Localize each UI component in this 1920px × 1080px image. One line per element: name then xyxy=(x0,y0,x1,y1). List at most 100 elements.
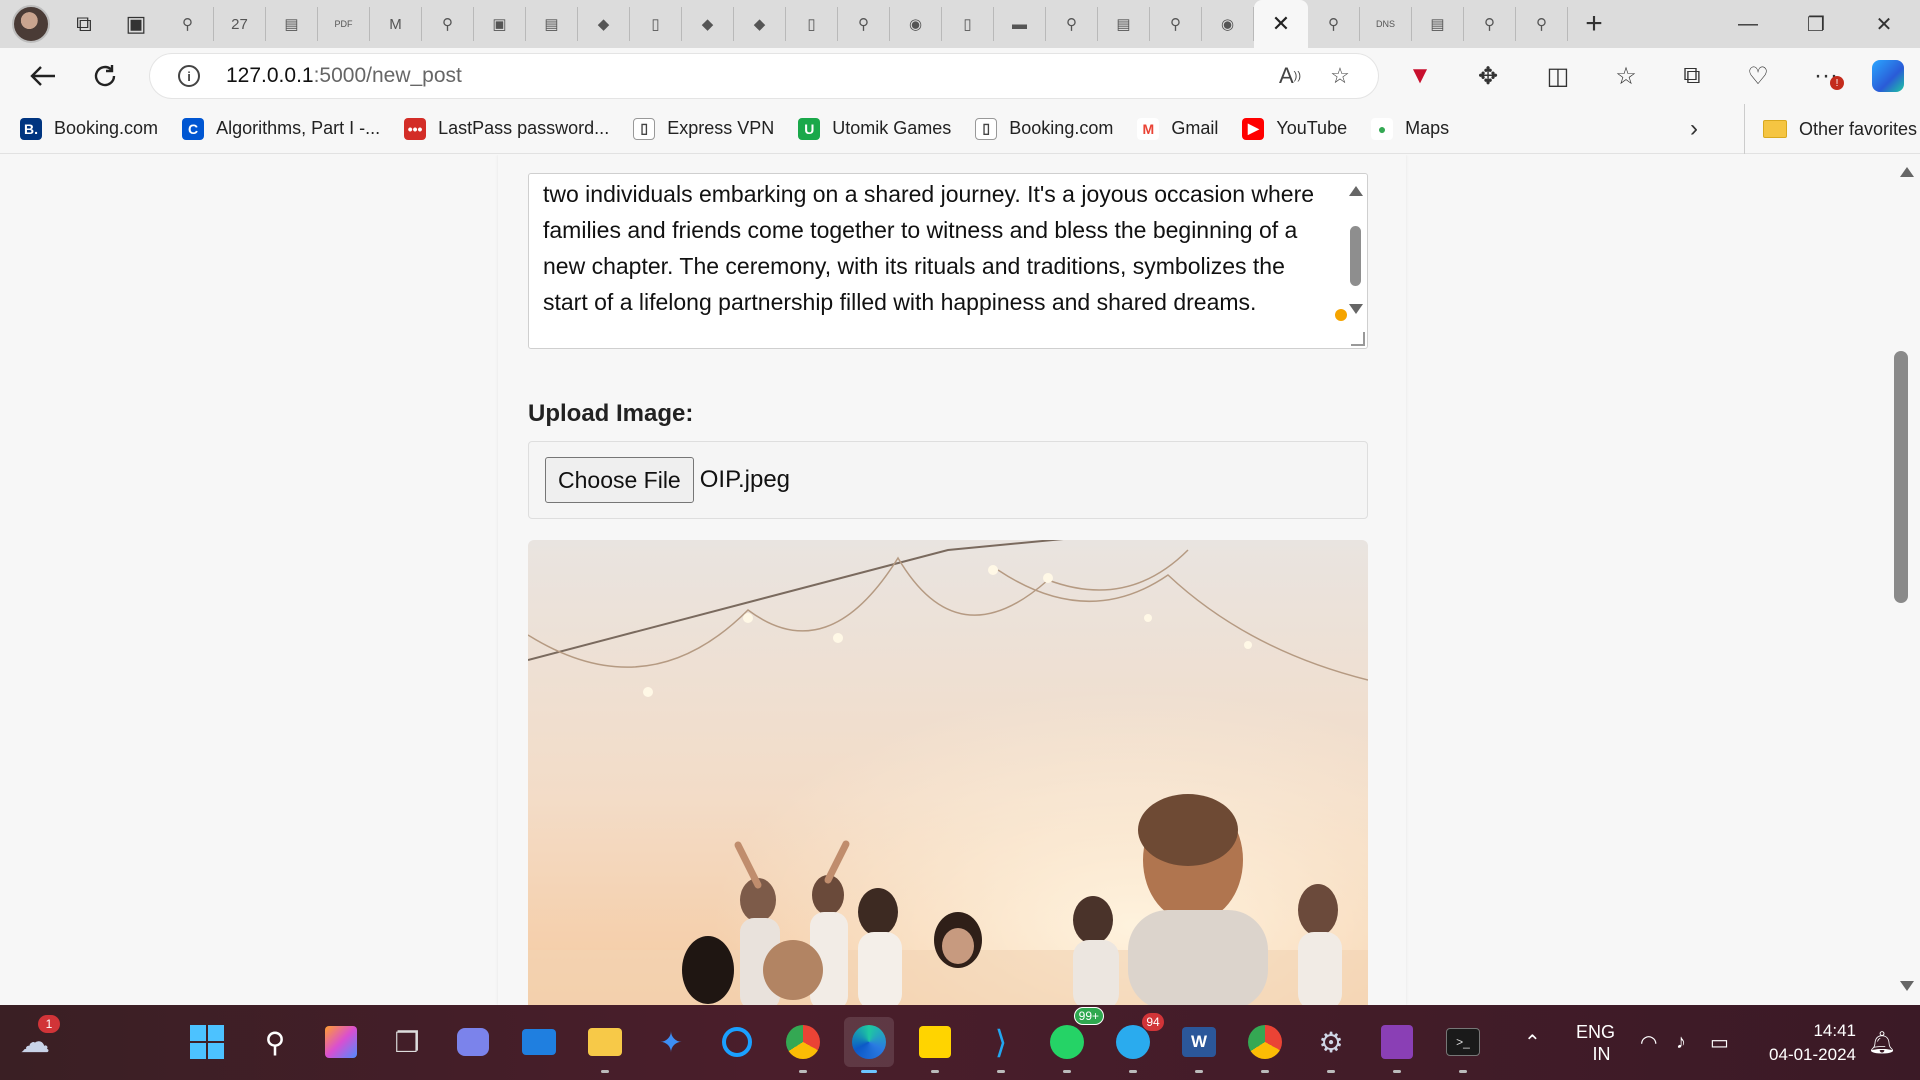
tab-5[interactable]: ⚲ xyxy=(422,7,474,41)
favorite-item[interactable]: C Algorithms, Part I -... xyxy=(182,117,380,140)
battery-icon[interactable]: ▭ xyxy=(1710,1005,1729,1080)
url-field[interactable]: i 127.0.0.1:5000/new_post A)) ☆ xyxy=(150,54,1378,98)
maximize-button[interactable]: ❐ xyxy=(1782,0,1850,48)
workspaces-icon[interactable]: ⧉ xyxy=(58,0,110,48)
mdm-app-icon[interactable] xyxy=(1372,1017,1422,1073)
favorite-item[interactable]: B. Booking.com xyxy=(20,117,158,140)
tab-after-4[interactable]: ⚲ xyxy=(1516,7,1568,41)
favorite-item[interactable]: ▯ Booking.com xyxy=(975,117,1113,140)
tab-10[interactable]: ◆ xyxy=(682,7,734,41)
favorite-item[interactable]: ● Maps xyxy=(1371,117,1449,140)
tab-actions-icon[interactable]: ▣ xyxy=(110,0,162,48)
terminal-icon[interactable]: >_ xyxy=(1438,1017,1488,1073)
extension-shield-icon[interactable]: ▼ xyxy=(1388,48,1452,104)
wifi-icon[interactable]: ◠ xyxy=(1640,1005,1657,1080)
choose-file-button[interactable]: Choose File xyxy=(545,457,694,503)
tab-active[interactable]: ✕ xyxy=(1254,0,1308,48)
minimize-button[interactable]: — xyxy=(1714,0,1782,48)
page-scroll-thumb[interactable] xyxy=(1894,351,1908,603)
tab-14[interactable]: ◉ xyxy=(890,7,942,41)
tab-0[interactable]: ⚲ xyxy=(162,7,214,41)
tab-after-2[interactable]: ▤ xyxy=(1412,7,1464,41)
chrome-icon[interactable] xyxy=(778,1017,828,1073)
teams-icon[interactable] xyxy=(448,1017,498,1067)
collections-icon[interactable]: ⧉ xyxy=(1660,48,1724,104)
tab-2[interactable]: ▤ xyxy=(266,7,318,41)
tab-after-1[interactable]: DNS xyxy=(1360,7,1412,41)
tab-after-3[interactable]: ⚲ xyxy=(1464,7,1516,41)
dropbox-icon[interactable]: ✦ xyxy=(646,1017,696,1067)
file-explorer-icon[interactable] xyxy=(580,1017,630,1073)
scroll-thumb[interactable] xyxy=(1350,226,1361,286)
sticky-notes-icon[interactable] xyxy=(910,1017,960,1073)
favorite-star-icon[interactable]: ☆ xyxy=(1316,54,1364,98)
tab-16[interactable]: ▬ xyxy=(994,7,1046,41)
volume-icon[interactable]: ♪ xyxy=(1676,1005,1686,1080)
tab-after-0[interactable]: ⚲ xyxy=(1308,7,1360,41)
page-scroll-up-icon[interactable] xyxy=(1900,167,1914,177)
page-scrollbar[interactable] xyxy=(1892,155,1920,1005)
favorite-item[interactable]: ▶ YouTube xyxy=(1242,117,1347,140)
profile-avatar[interactable] xyxy=(12,5,50,43)
tab-18[interactable]: ▤ xyxy=(1098,7,1150,41)
tab-9[interactable]: ▯ xyxy=(630,7,682,41)
split-screen-icon[interactable]: ◫ xyxy=(1526,48,1590,104)
chrome-profile-icon[interactable] xyxy=(1240,1017,1290,1073)
post-content-textarea[interactable]: two individuals embarking on a shared jo… xyxy=(528,173,1368,349)
browser-essentials-icon[interactable]: ♡ xyxy=(1726,48,1790,104)
tab-12[interactable]: ▯ xyxy=(786,7,838,41)
grammar-indicator-icon[interactable] xyxy=(1335,309,1347,321)
search-icon[interactable]: ⚲ xyxy=(250,1017,300,1067)
settings-more-icon[interactable]: ···! xyxy=(1794,48,1858,104)
tab-13[interactable]: ⚲ xyxy=(838,7,890,41)
tab-6[interactable]: ▣ xyxy=(474,7,526,41)
copilot-icon[interactable] xyxy=(1856,48,1920,104)
tab-8[interactable]: ◆ xyxy=(578,7,630,41)
favorite-item[interactable]: ▯ Express VPN xyxy=(633,117,774,140)
tab-1[interactable]: 27 xyxy=(214,7,266,41)
input-language[interactable]: ENG IN xyxy=(1576,1005,1615,1080)
notification-bell-icon[interactable]: 🔔︎ xyxy=(1868,1005,1896,1080)
read-aloud-icon[interactable]: A)) xyxy=(1266,54,1314,98)
close-tab-icon[interactable]: ✕ xyxy=(1272,11,1290,37)
favorite-item[interactable]: U Utomik Games xyxy=(798,117,951,140)
file-input[interactable]: Choose File OIP.jpeg xyxy=(528,441,1368,519)
copilot-preview-icon[interactable] xyxy=(316,1017,366,1067)
url-text[interactable]: 127.0.0.1:5000/new_post xyxy=(226,64,462,88)
extensions-icon[interactable]: ✥ xyxy=(1456,48,1520,104)
weather-widget-icon[interactable]: ☁ 1 xyxy=(10,1015,60,1067)
tab-17[interactable]: ⚲ xyxy=(1046,7,1098,41)
vscode-icon[interactable]: ⟩ xyxy=(976,1017,1026,1073)
refresh-button[interactable] xyxy=(74,48,136,104)
start-icon[interactable] xyxy=(182,1017,232,1067)
favorite-item[interactable]: M Gmail xyxy=(1137,117,1218,140)
tab-3[interactable]: PDF xyxy=(318,7,370,41)
tab-20[interactable]: ◉ xyxy=(1202,7,1254,41)
tab-4[interactable]: M xyxy=(370,7,422,41)
telegram-icon[interactable]: 94 xyxy=(1108,1013,1164,1073)
tab-11[interactable]: ◆ xyxy=(734,7,786,41)
scroll-up-icon[interactable] xyxy=(1349,186,1363,196)
clock[interactable]: 14:41 04-01-2024 xyxy=(1752,1005,1856,1080)
other-favorites-folder[interactable]: Other favorites xyxy=(1744,104,1917,154)
show-hidden-icons[interactable]: ⌃ xyxy=(1524,1005,1541,1080)
favorites-overflow-icon[interactable]: › xyxy=(1690,104,1698,154)
settings-icon[interactable]: ⚙ xyxy=(1306,1017,1356,1073)
task-view-icon[interactable]: ❐ xyxy=(382,1017,432,1067)
new-tab-button[interactable]: + xyxy=(1568,0,1620,48)
tab-15[interactable]: ▯ xyxy=(942,7,994,41)
favorites-icon[interactable]: ☆ xyxy=(1594,48,1658,104)
page-scroll-down-icon[interactable] xyxy=(1900,981,1914,991)
site-info-icon[interactable]: i xyxy=(178,65,200,87)
whatsapp-icon[interactable]: 99+ xyxy=(1042,1007,1104,1073)
edge-icon[interactable] xyxy=(844,1017,894,1073)
word-icon[interactable]: W xyxy=(1174,1017,1224,1073)
favorite-item[interactable]: ••• LastPass password... xyxy=(404,117,609,140)
tab-19[interactable]: ⚲ xyxy=(1150,7,1202,41)
textarea-scrollbar[interactable] xyxy=(1345,178,1365,344)
cortana-icon[interactable] xyxy=(712,1017,762,1067)
close-window-button[interactable]: ✕ xyxy=(1850,0,1918,48)
resize-handle-icon[interactable] xyxy=(1351,332,1365,346)
scroll-down-icon[interactable] xyxy=(1349,304,1363,314)
mail-icon[interactable] xyxy=(514,1017,564,1067)
